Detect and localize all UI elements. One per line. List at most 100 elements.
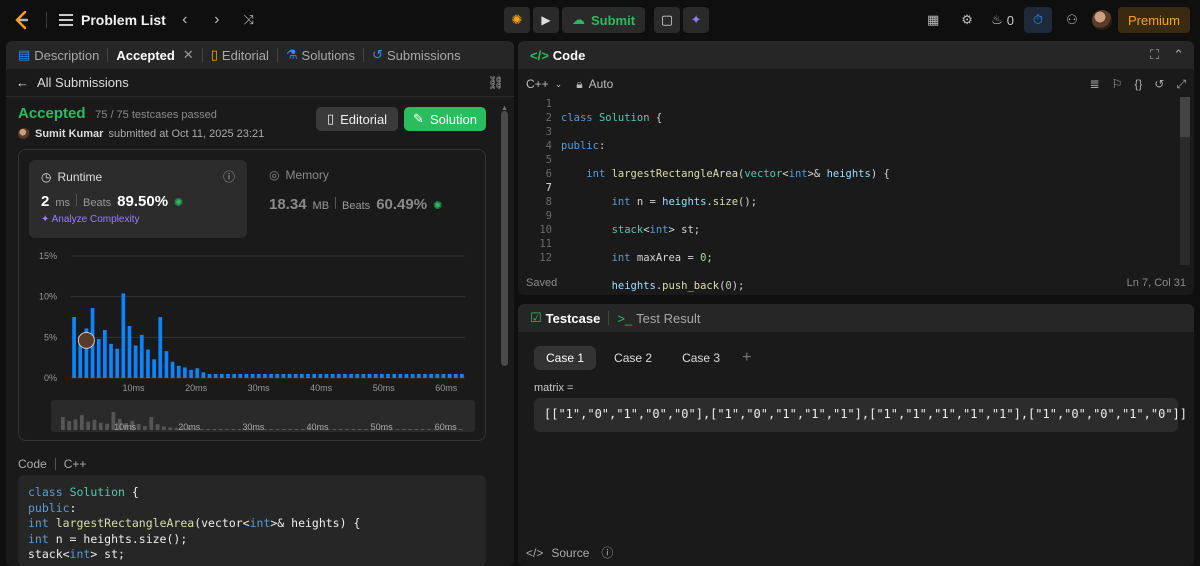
chart-range-brush[interactable]: 10ms 20ms 30ms 40ms 50ms 60ms (51, 400, 475, 432)
distribution-bar[interactable] (96, 338, 101, 378)
distribution-bar[interactable] (423, 373, 427, 378)
distribution-bar[interactable] (103, 330, 107, 378)
invite-button[interactable]: ⚇ (1058, 7, 1086, 33)
ai-button[interactable]: ✦ (683, 7, 710, 33)
distribution-bar[interactable] (392, 373, 397, 378)
tab-accepted[interactable]: Accepted ✕ (114, 41, 195, 69)
premium-button[interactable]: Premium (1117, 7, 1190, 33)
editorial-button[interactable]: ▯ Editorial (316, 107, 398, 131)
distribution-bar[interactable] (460, 373, 464, 378)
distribution-bar[interactable] (244, 373, 249, 378)
distribution-bar[interactable] (312, 373, 317, 378)
scroll-thumb[interactable] (501, 111, 508, 366)
distribution-bar[interactable] (281, 373, 286, 378)
distribution-bar[interactable] (263, 373, 267, 378)
code-tab[interactable]: </> Code (528, 41, 587, 69)
distribution-bar[interactable] (300, 373, 304, 378)
distribution-bar[interactable] (250, 373, 255, 378)
notes-button[interactable]: ▢ (654, 7, 681, 33)
submit-button[interactable]: ☁ Submit (562, 7, 646, 33)
solution-button[interactable]: ✎ Solution (404, 107, 486, 131)
tab-test-result[interactable]: >_ Test Result (615, 304, 702, 332)
distribution-bar[interactable] (121, 293, 126, 378)
arrow-left-icon[interactable]: ← (16, 75, 29, 90)
tab-editorial[interactable]: ▯ Editorial (209, 41, 271, 69)
info-icon[interactable]: ⓘ (223, 168, 235, 185)
settings-button[interactable]: ⚙ (953, 7, 981, 33)
maximize-icon[interactable]: ⛶ (1150, 47, 1159, 63)
distribution-bar[interactable] (398, 373, 403, 378)
tab-solutions[interactable]: ⚗ Solutions (284, 41, 357, 69)
distribution-bar[interactable] (133, 345, 138, 378)
distribution-bar[interactable] (447, 373, 452, 378)
distribution-bar[interactable] (324, 373, 329, 378)
debug-button[interactable]: ✺ (504, 7, 530, 33)
analyze-complexity-link[interactable]: ✦ Analyze Complexity (41, 214, 235, 225)
distribution-bar[interactable] (361, 373, 366, 378)
distribution-bar[interactable] (256, 373, 261, 378)
case-tab-1[interactable]: Case 1 (534, 346, 597, 370)
code-editor[interactable]: 1 2 3 4 5 6 7 8 9 10 11 12 class Solution { public:… (518, 97, 1194, 292)
matrix-input[interactable]: [["1","0","1","0","0"],["1","0","1","1",… (534, 398, 1187, 432)
distribution-bar[interactable] (232, 373, 236, 378)
distribution-bar[interactable] (195, 368, 200, 378)
distribution-bar[interactable] (127, 325, 132, 378)
distribution-bar[interactable] (219, 373, 224, 378)
shuffle-button[interactable]: ⤨ (236, 7, 262, 33)
distribution-bar[interactable] (404, 373, 409, 378)
next-problem-button[interactable]: › (204, 7, 230, 33)
submitted-code[interactable]: class Solution { public: int largestRect… (18, 475, 486, 566)
distribution-bar[interactable] (453, 373, 458, 378)
distribution-bar[interactable] (429, 373, 433, 378)
distribution-bar[interactable] (72, 317, 76, 378)
distribution-bar[interactable] (330, 373, 335, 378)
braces-icon[interactable]: {} (1134, 77, 1142, 92)
source-link[interactable]: </> Source ⓘ (526, 544, 613, 561)
distribution-bar[interactable] (373, 373, 378, 378)
scroll-thumb[interactable] (1180, 97, 1190, 137)
timer-button[interactable]: ⏱ (1023, 7, 1052, 33)
auto-mode[interactable]: Auto (589, 77, 614, 91)
distribution-bar[interactable] (355, 373, 360, 378)
distribution-bar[interactable] (238, 373, 243, 378)
distribution-bar[interactable] (164, 351, 169, 378)
distribution-bar[interactable] (386, 373, 390, 378)
distribution-bar[interactable] (269, 373, 273, 378)
distribution-bar[interactable] (349, 373, 353, 378)
fullscreen-icon[interactable]: ⤢ (1176, 77, 1186, 92)
all-submissions-link[interactable]: All Submissions (37, 75, 129, 90)
distribution-bar[interactable] (201, 372, 206, 378)
distribution-bar[interactable] (435, 373, 440, 378)
language-select[interactable]: C++ (526, 77, 549, 91)
leetcode-logo-icon[interactable] (10, 8, 34, 32)
case-tab-3[interactable]: Case 3 (670, 346, 732, 370)
streak-counter[interactable]: ♨ 0 (987, 12, 1018, 28)
case-tab-2[interactable]: Case 2 (602, 346, 664, 370)
distribution-bar[interactable] (343, 373, 347, 378)
distribution-bar[interactable] (226, 373, 230, 378)
distribution-bar[interactable] (287, 373, 292, 378)
distribution-bar[interactable] (189, 369, 193, 378)
editor-scrollbar[interactable] (1180, 97, 1190, 265)
run-button[interactable]: ▶ (533, 7, 559, 33)
avatar[interactable] (1091, 10, 1112, 30)
distribution-bar[interactable] (213, 373, 218, 378)
memory-card[interactable]: ◎ Memory 18.34 MB Beats 60.49% ✺ (269, 168, 469, 213)
tab-description[interactable]: ▤ Description (16, 41, 101, 69)
distribution-bar[interactable] (183, 367, 187, 378)
distribution-bar[interactable] (146, 349, 150, 378)
link-icon[interactable]: ⛓ (487, 75, 504, 91)
collapse-icon[interactable]: ⌃ (1173, 47, 1184, 63)
distribution-bar[interactable] (336, 373, 341, 378)
distribution-bar[interactable] (109, 343, 113, 378)
reset-icon[interactable]: ↺ (1154, 77, 1164, 92)
distribution-bar[interactable] (441, 373, 446, 378)
distribution-bar[interactable] (306, 373, 310, 378)
distribution-bar[interactable] (170, 361, 175, 378)
tab-submissions[interactable]: ↺ Submissions (370, 41, 463, 69)
close-icon[interactable]: ✕ (183, 47, 194, 63)
distribution-bar[interactable] (139, 334, 144, 378)
tab-testcase[interactable]: ☑ Testcase (528, 304, 602, 332)
distribution-bar[interactable] (176, 365, 181, 378)
distribution-bar[interactable] (367, 373, 372, 378)
